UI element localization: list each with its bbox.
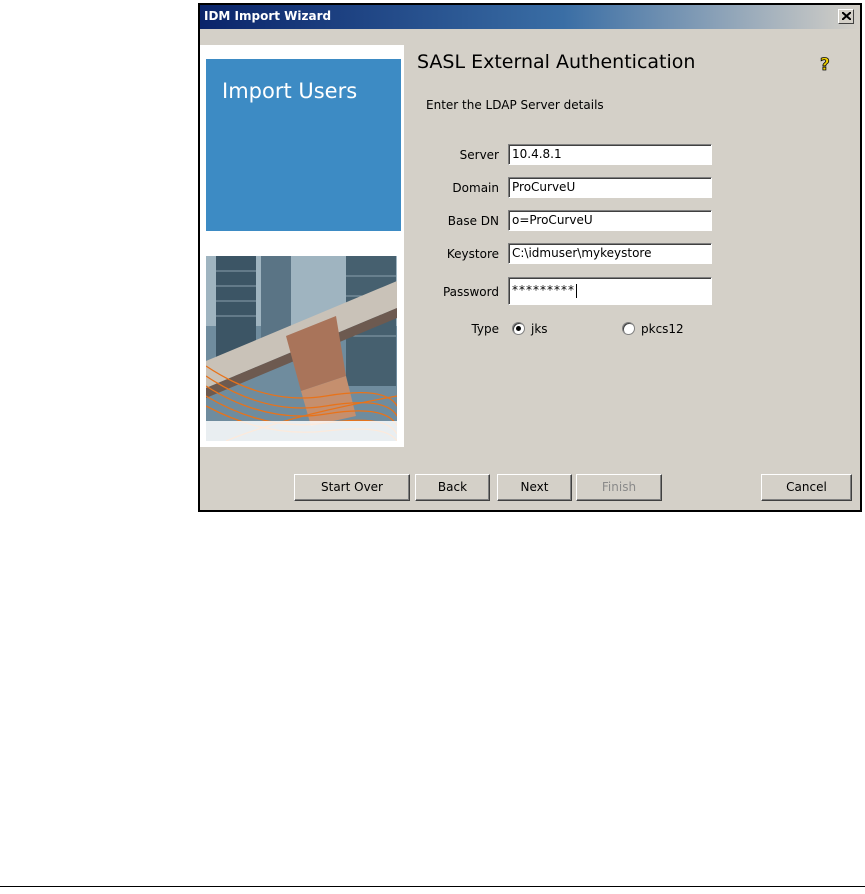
next-button[interactable]: Next [497, 474, 572, 501]
help-icon: ? [820, 55, 831, 76]
page-divider [0, 886, 865, 887]
password-field[interactable]: ********* [508, 277, 712, 305]
server-label: Server [459, 148, 499, 162]
password-label: Password [442, 285, 499, 299]
side-banner: Import Users [206, 59, 401, 231]
side-heading: Import Users [222, 79, 358, 103]
password-value: ********* [512, 283, 575, 297]
finish-button[interactable]: Finish [576, 474, 662, 501]
close-icon [842, 12, 851, 20]
domain-label: Domain [452, 181, 499, 195]
type-label: Type [471, 322, 499, 336]
help-button[interactable]: ? [817, 54, 835, 76]
svg-text:?: ? [820, 55, 830, 74]
base-dn-field[interactable]: o=ProCurveU [508, 210, 712, 231]
radio-pkcs12[interactable] [622, 322, 635, 335]
keystore-field[interactable]: C:\idmuser\mykeystore [508, 243, 712, 264]
base-dn-label: Base DN [447, 214, 499, 228]
close-button[interactable] [838, 9, 854, 24]
domain-field[interactable]: ProCurveU [508, 177, 712, 198]
page-title: SASL External Authentication [417, 51, 696, 73]
instructions-text: Enter the LDAP Server details [426, 98, 604, 112]
back-button[interactable]: Back [415, 474, 490, 501]
building-image [206, 256, 397, 441]
text-caret [576, 283, 577, 298]
server-field[interactable]: 10.4.8.1 [508, 144, 712, 165]
radio-jks-label: jks [531, 322, 548, 336]
radio-pkcs12-label: pkcs12 [641, 322, 684, 336]
cancel-button[interactable]: Cancel [761, 474, 852, 501]
keystore-label: Keystore [446, 247, 499, 261]
start-over-button[interactable]: Start Over [294, 474, 410, 501]
radio-jks[interactable] [512, 322, 525, 335]
side-panel: Import Users [200, 45, 404, 447]
import-wizard-window: IDM Import Wizard Import Users SASL Exte… [198, 3, 862, 512]
window-title: IDM Import Wizard [204, 9, 332, 23]
title-bar[interactable]: IDM Import Wizard [200, 5, 860, 29]
